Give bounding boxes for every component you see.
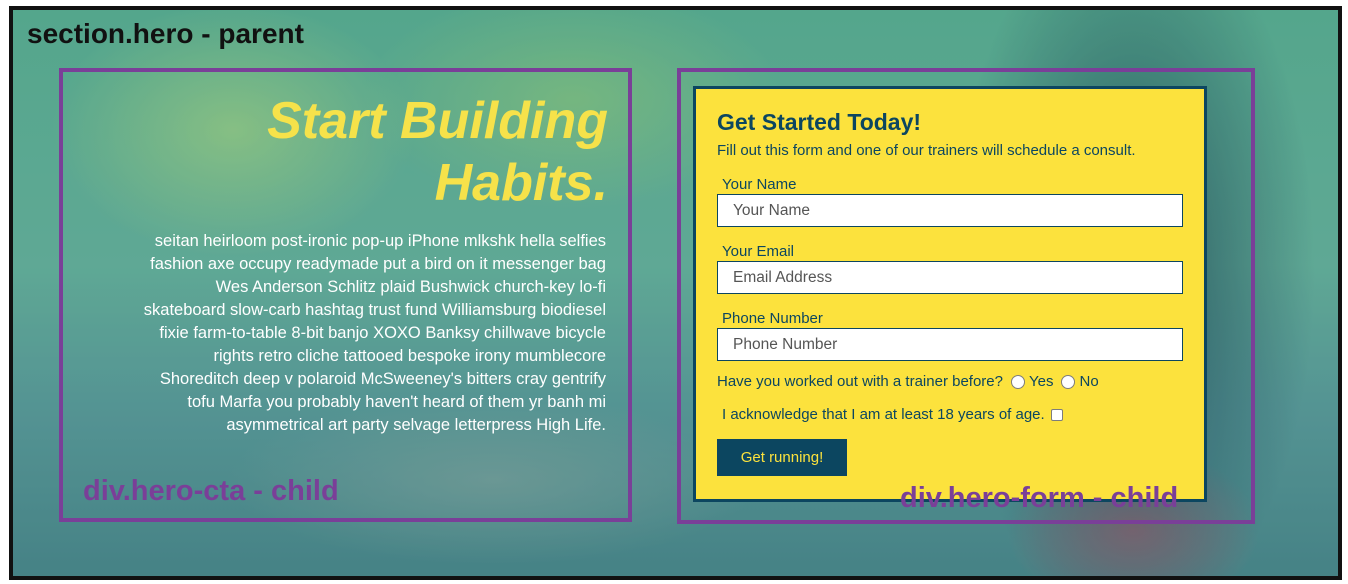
trainer-question-text: Have you worked out with a trainer befor…: [717, 373, 1003, 390]
cta-heading-line1: Start Building: [267, 92, 608, 150]
trainer-no-radio[interactable]: [1061, 374, 1076, 389]
cta-body-text: seitan heirloom post-ironic pop-up iPhon…: [143, 232, 606, 434]
age-ack-text: I acknowledge that I am at least 18 year…: [722, 406, 1045, 423]
cta-heading: Start Building Habits.: [88, 90, 608, 214]
hero-section: section.hero - parent Start Building Hab…: [9, 6, 1342, 580]
name-input[interactable]: [717, 194, 1183, 227]
email-label: Your Email: [722, 243, 794, 260]
trainer-question-row: Have you worked out with a trainer befor…: [717, 373, 1099, 390]
age-ack-row: I acknowledge that I am at least 18 year…: [722, 406, 1063, 423]
age-ack-checkbox[interactable]: [1050, 408, 1063, 421]
form-title: Get Started Today!: [717, 109, 922, 135]
hero-form: Get Started Today! Fill out this form an…: [677, 68, 1255, 524]
phone-label: Phone Number: [722, 310, 823, 327]
hero-cta: Start Building Habits. seitan heirloom p…: [59, 68, 632, 522]
trainer-yes-radio[interactable]: [1011, 374, 1025, 389]
trainer-yes-label: Yes: [1029, 373, 1054, 390]
hero-form-label: div.hero-form - child: [900, 482, 1179, 514]
hero-cta-label: div.hero-cta - child: [83, 475, 339, 507]
section-hero-label: section.hero - parent: [27, 18, 304, 49]
email-input[interactable]: [717, 261, 1183, 294]
trainer-no-label: No: [1079, 373, 1099, 390]
form-subtitle: Fill out this form and one of our traine…: [717, 142, 1136, 159]
get-running-button[interactable]: Get running!: [717, 439, 847, 476]
name-label: Your Name: [722, 176, 797, 193]
cta-heading-line2: Habits.: [434, 154, 608, 212]
signup-form: Get Started Today! Fill out this form an…: [693, 86, 1207, 514]
phone-input[interactable]: [717, 328, 1183, 361]
